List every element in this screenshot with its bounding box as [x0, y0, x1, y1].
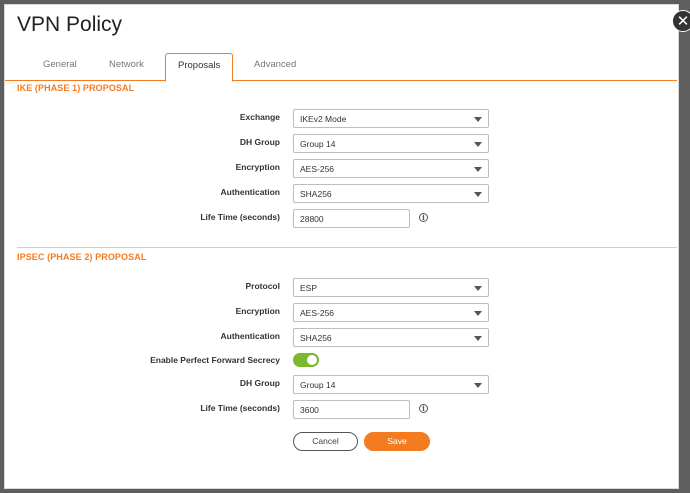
vpn-policy-dialog: VPN Policy General Network Proposals Adv… [4, 4, 679, 489]
ike-authentication-label: Authentication [220, 187, 281, 197]
info-icon[interactable]: i [419, 404, 428, 413]
ike-life-time-input[interactable]: 28800 [293, 209, 410, 228]
chevron-down-icon [474, 192, 482, 197]
ipsec-encryption-select[interactable]: AES-256 [293, 303, 489, 322]
chevron-down-icon [474, 336, 482, 341]
dialog-title: VPN Policy [17, 13, 123, 36]
ike-authentication-select[interactable]: SHA256 [293, 184, 489, 203]
ipsec-protocol-label: Protocol [245, 281, 280, 291]
ipsec-authentication-select[interactable]: SHA256 [293, 328, 489, 347]
ike-dh-group-select[interactable]: Group 14 [293, 134, 489, 153]
ipsec-protocol-value: ESP [300, 283, 318, 293]
ike-encryption-select[interactable]: AES-256 [293, 159, 489, 178]
ipsec-dh-group-select[interactable]: Group 14 [293, 375, 489, 394]
ipsec-authentication-value: SHA256 [300, 333, 332, 343]
ike-encryption-value: AES-256 [300, 164, 335, 174]
tab-network[interactable]: Network [109, 59, 144, 70]
chevron-down-icon [474, 117, 482, 122]
ike-section-title: IKE (PHASE 1) PROPOSAL [17, 83, 135, 93]
chevron-down-icon [474, 142, 482, 147]
ipsec-section-title: IPSEC (PHASE 2) PROPOSAL [17, 252, 147, 262]
ike-dh-group-value: Group 14 [300, 139, 336, 149]
ipsec-encryption-value: AES-256 [300, 308, 335, 318]
tab-general[interactable]: General [43, 59, 77, 70]
tab-bar: General Network Proposals Advanced [5, 53, 677, 82]
tab-advanced[interactable]: Advanced [254, 59, 296, 70]
ipsec-dh-group-label: DH Group [239, 378, 280, 388]
ipsec-pfs-label: Enable Perfect Forward Secrecy [150, 355, 280, 365]
toggle-knob [307, 355, 317, 365]
close-icon[interactable]: ✕ [672, 10, 690, 32]
ipsec-authentication-label: Authentication [220, 331, 281, 341]
ike-exchange-value: IKEv2 Mode [300, 114, 347, 124]
section-divider [17, 247, 677, 248]
info-icon[interactable]: i [419, 213, 428, 222]
tab-proposals[interactable]: Proposals [165, 53, 234, 82]
ike-exchange-label: Exchange [239, 112, 280, 122]
ipsec-life-time-label: Life Time (seconds) [200, 403, 280, 413]
save-button[interactable]: Save [364, 432, 430, 451]
chevron-down-icon [474, 383, 482, 388]
chevron-down-icon [474, 311, 482, 316]
chevron-down-icon [474, 286, 482, 291]
ike-dh-group-label: DH Group [239, 137, 280, 147]
pfs-toggle[interactable] [293, 353, 319, 367]
ipsec-encryption-label: Encryption [235, 306, 280, 316]
cancel-button[interactable]: Cancel [293, 432, 358, 451]
ike-life-time-label: Life Time (seconds) [200, 212, 280, 222]
ipsec-protocol-select[interactable]: ESP [293, 278, 489, 297]
ike-encryption-label: Encryption [235, 162, 280, 172]
ipsec-dh-group-value: Group 14 [300, 380, 336, 390]
ipsec-life-time-input[interactable]: 3600 [293, 400, 410, 419]
ike-exchange-select[interactable]: IKEv2 Mode [293, 109, 489, 128]
chevron-down-icon [474, 167, 482, 172]
ike-authentication-value: SHA256 [300, 189, 332, 199]
